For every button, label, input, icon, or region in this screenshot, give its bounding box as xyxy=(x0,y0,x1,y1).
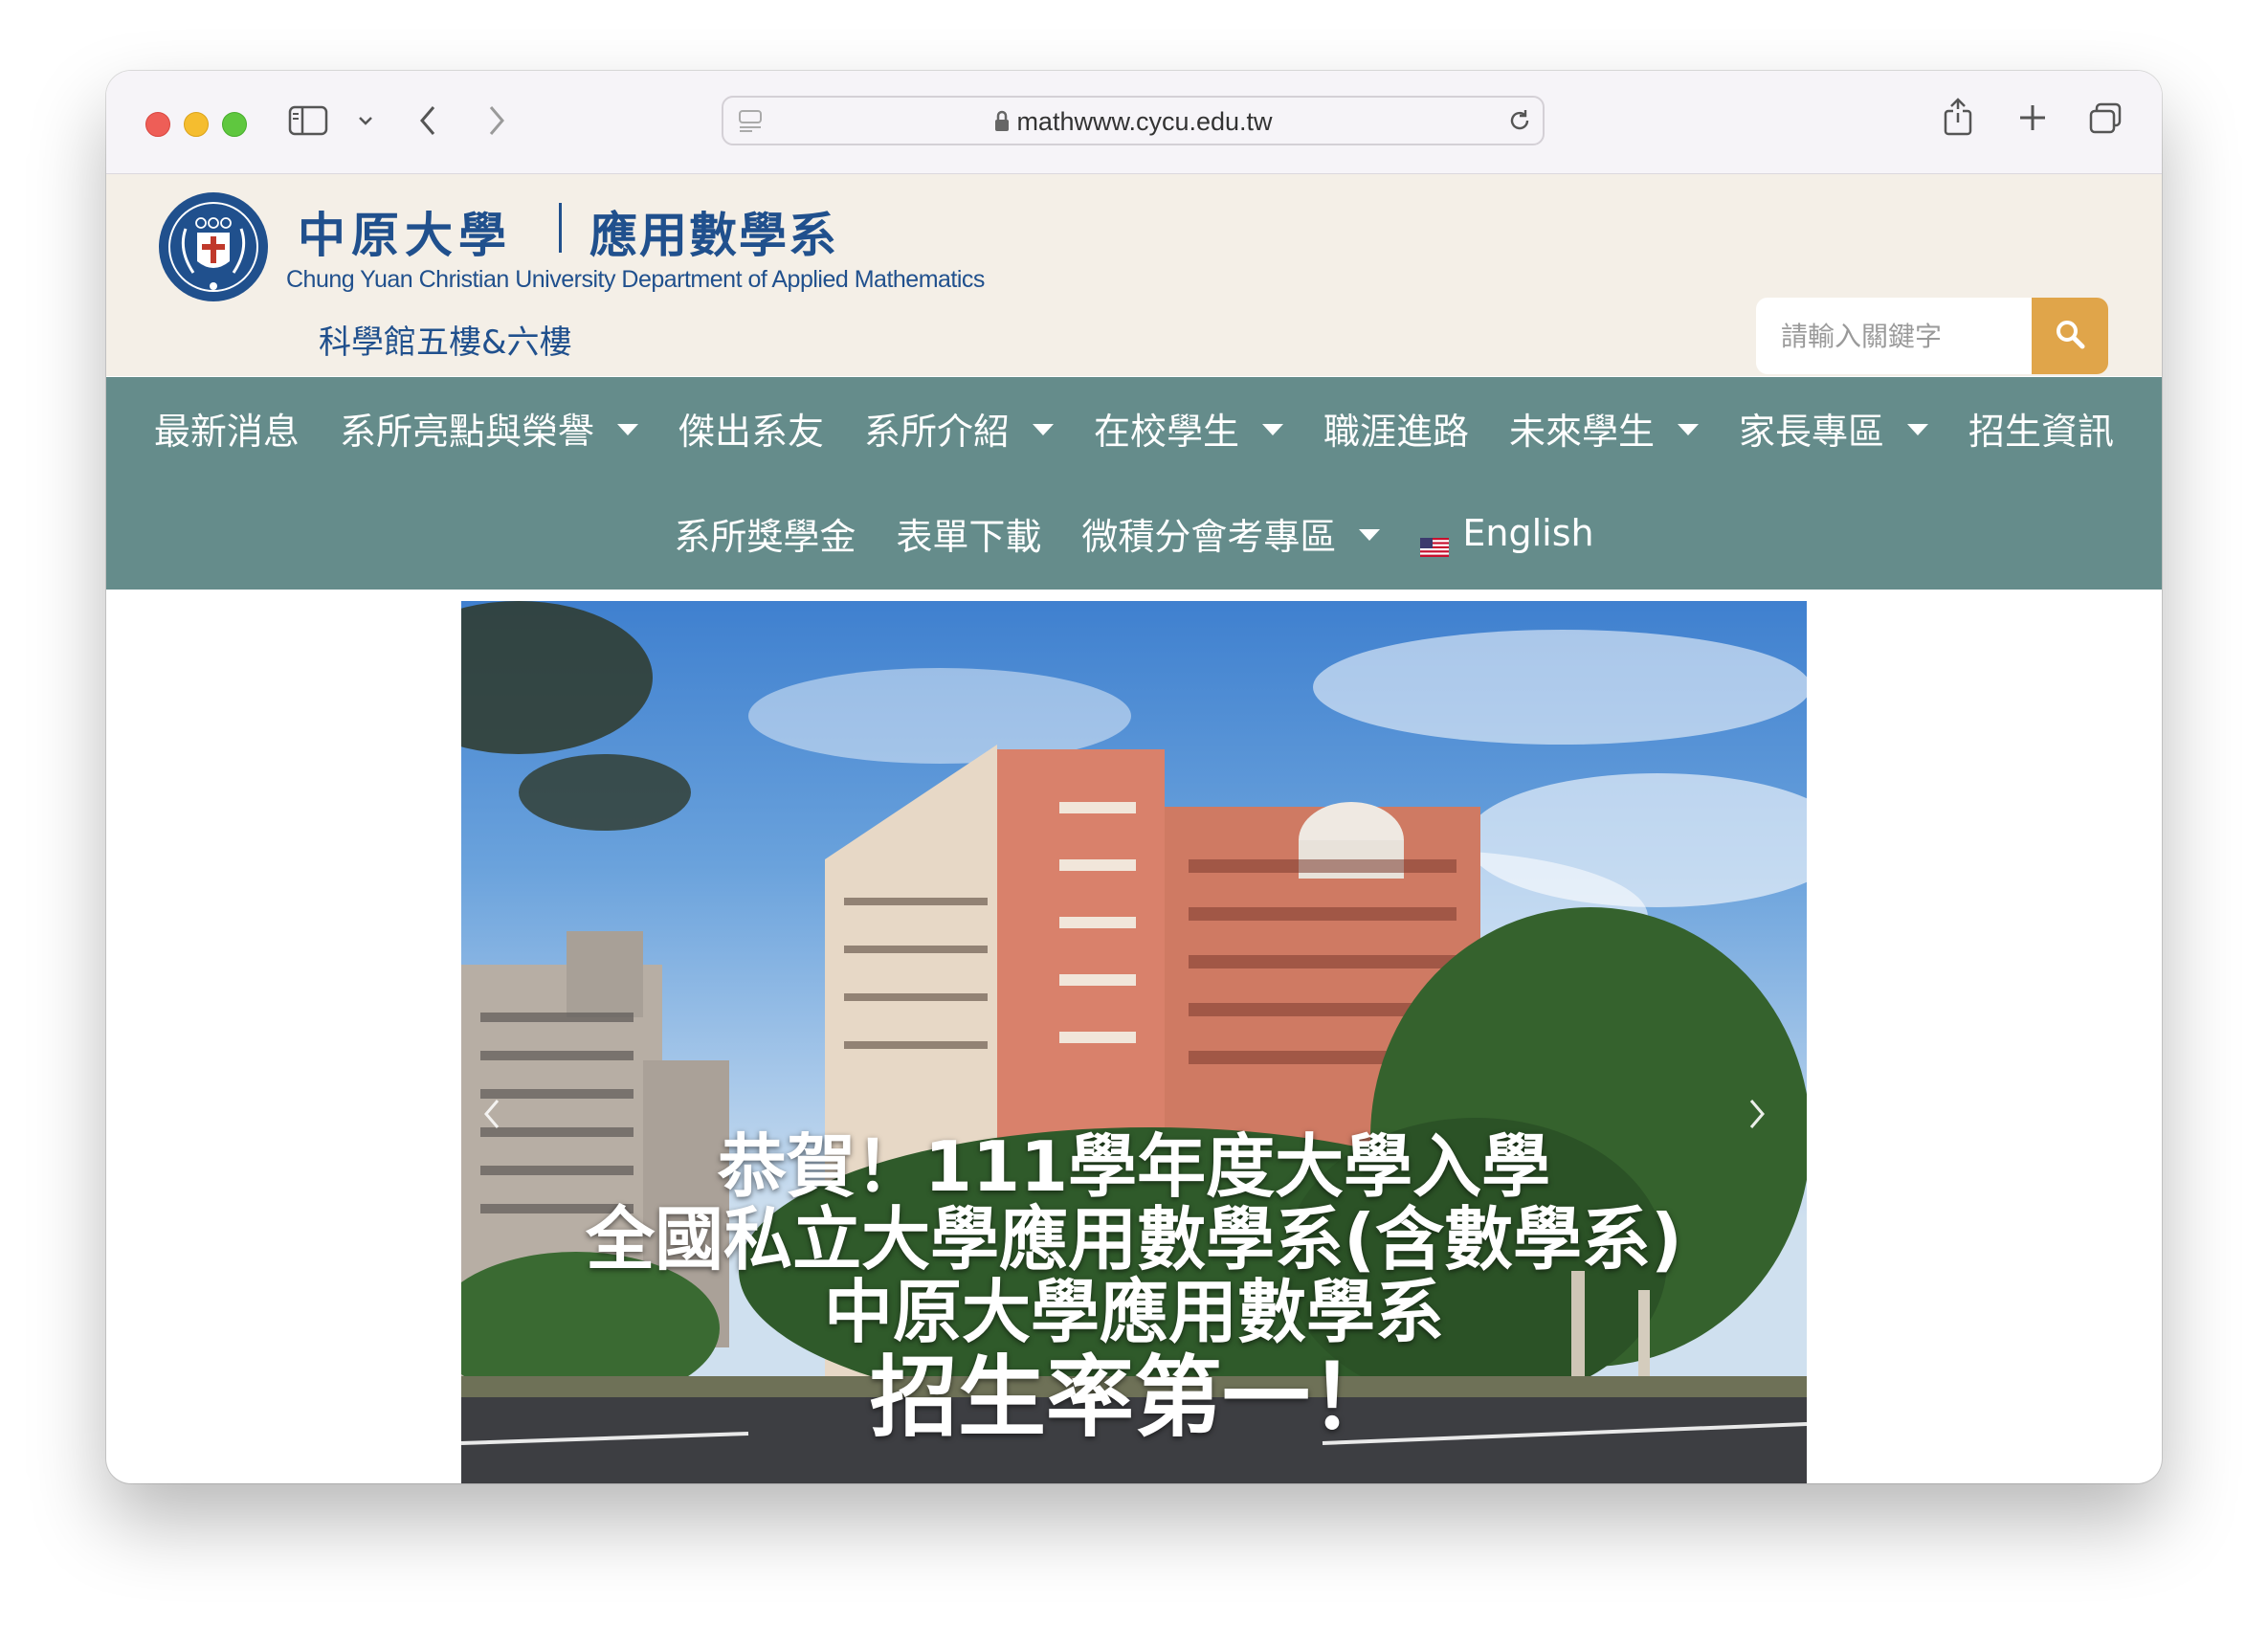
back-icon[interactable] xyxy=(416,103,439,142)
site-header: 中原大學 應用數學系 Chung Yuan Christian Universi… xyxy=(106,174,2162,376)
url-display: mathwww.cycu.edu.tw xyxy=(723,107,1543,140)
nav-item-label: 招生資訊 xyxy=(1968,410,2115,453)
chevron-down-icon[interactable] xyxy=(357,113,374,131)
nav-row-1: 最新消息 系所亮點與榮譽 傑出系友 系所介紹 在校學生 職涯進路 未來學生 家長… xyxy=(106,394,2162,461)
tabs-overview-icon[interactable] xyxy=(2087,101,2123,140)
caret-down-icon xyxy=(1262,424,1283,435)
share-icon[interactable] xyxy=(1942,96,1974,142)
nav-item-forms[interactable]: 表單下載 xyxy=(876,507,1061,560)
university-name-cn[interactable]: 中原大學 xyxy=(298,197,512,266)
nav-item-label: 在校學生 xyxy=(1093,410,1239,453)
department-name-en: Chung Yuan Christian University Departme… xyxy=(286,266,985,293)
forward-icon[interactable] xyxy=(485,103,508,142)
search-button[interactable] xyxy=(2032,298,2108,374)
nav-item-careers[interactable]: 職涯進路 xyxy=(1303,402,1489,455)
search-input[interactable] xyxy=(1756,298,2032,374)
nav-item-label: 系所亮點與榮譽 xyxy=(339,410,594,453)
hero-slider[interactable]: 恭賀！111學年度大學入學 全國私立大學應用數學系(含數學系) 中原大學應用數學… xyxy=(461,601,1807,1483)
caret-down-icon xyxy=(1359,529,1381,541)
caret-down-icon xyxy=(1678,424,1700,435)
nav-item-label: 系所獎學金 xyxy=(674,515,856,558)
nav-item-label: 職涯進路 xyxy=(1323,410,1470,453)
address-bar[interactable]: mathwww.cycu.edu.tw xyxy=(722,96,1545,145)
nav-row-2: 系所獎學金 表單下載 微積分會考專區 English xyxy=(106,500,2162,567)
browser-window: mathwww.cycu.edu.tw 中原大學 應用數學系 Chung Yua… xyxy=(106,71,2162,1483)
nav-item-parents[interactable]: 家長專區 xyxy=(1719,402,1948,455)
nav-item-english[interactable]: English xyxy=(1400,512,1613,557)
caret-down-icon xyxy=(616,424,638,435)
nav-item-label: 系所介紹 xyxy=(863,410,1010,453)
title-divider xyxy=(559,203,562,253)
zoom-window-button[interactable] xyxy=(222,112,247,137)
reload-icon[interactable] xyxy=(1506,107,1533,138)
new-tab-icon[interactable] xyxy=(2016,101,2049,138)
nav-item-label: 微積分會考專區 xyxy=(1081,515,1337,558)
url-text: mathwww.cycu.edu.tw xyxy=(1016,107,1273,136)
nav-item-future-students[interactable]: 未來學生 xyxy=(1489,402,1719,455)
browser-toolbar: mathwww.cycu.edu.tw xyxy=(106,71,2162,174)
nav-item-label: English xyxy=(1462,512,1594,554)
nav-item-label: 表單下載 xyxy=(896,515,1042,558)
nav-item-alumni[interactable]: 傑出系友 xyxy=(658,402,844,455)
nav-item-about[interactable]: 系所介紹 xyxy=(844,402,1074,455)
close-window-button[interactable] xyxy=(145,112,170,137)
nav-item-label: 傑出系友 xyxy=(678,410,824,453)
nav-item-label: 未來學生 xyxy=(1509,410,1656,453)
nav-item-label: 家長專區 xyxy=(1739,410,1885,453)
lock-icon xyxy=(993,110,1011,140)
nav-item-calculus-exam[interactable]: 微積分會考專區 xyxy=(1061,507,1400,560)
nav-item-admissions[interactable]: 招生資訊 xyxy=(1948,402,2134,455)
search-icon xyxy=(2054,318,2086,354)
university-seal-logo[interactable] xyxy=(157,190,270,303)
nav-item-label: 最新消息 xyxy=(153,410,300,453)
us-flag-icon xyxy=(1420,523,1450,557)
department-location: 科學館五樓&六樓 xyxy=(319,323,572,362)
caret-down-icon xyxy=(1032,424,1054,435)
minimize-window-button[interactable] xyxy=(184,112,209,137)
hero-caption-line-4: 招生率第一！ xyxy=(869,1347,1398,1449)
nav-item-current-students[interactable]: 在校學生 xyxy=(1074,402,1303,455)
nav-item-highlights[interactable]: 系所亮點與榮譽 xyxy=(320,402,658,455)
nav-item-news[interactable]: 最新消息 xyxy=(134,402,320,455)
department-name-cn[interactable]: 應用數學系 xyxy=(589,197,838,266)
main-nav: 最新消息 系所亮點與榮譽 傑出系友 系所介紹 在校學生 職涯進路 未來學生 家長… xyxy=(106,377,2162,590)
caret-down-icon xyxy=(1907,424,1929,435)
sidebar-icon[interactable] xyxy=(288,105,328,140)
nav-item-scholarships[interactable]: 系所獎學金 xyxy=(654,507,876,560)
